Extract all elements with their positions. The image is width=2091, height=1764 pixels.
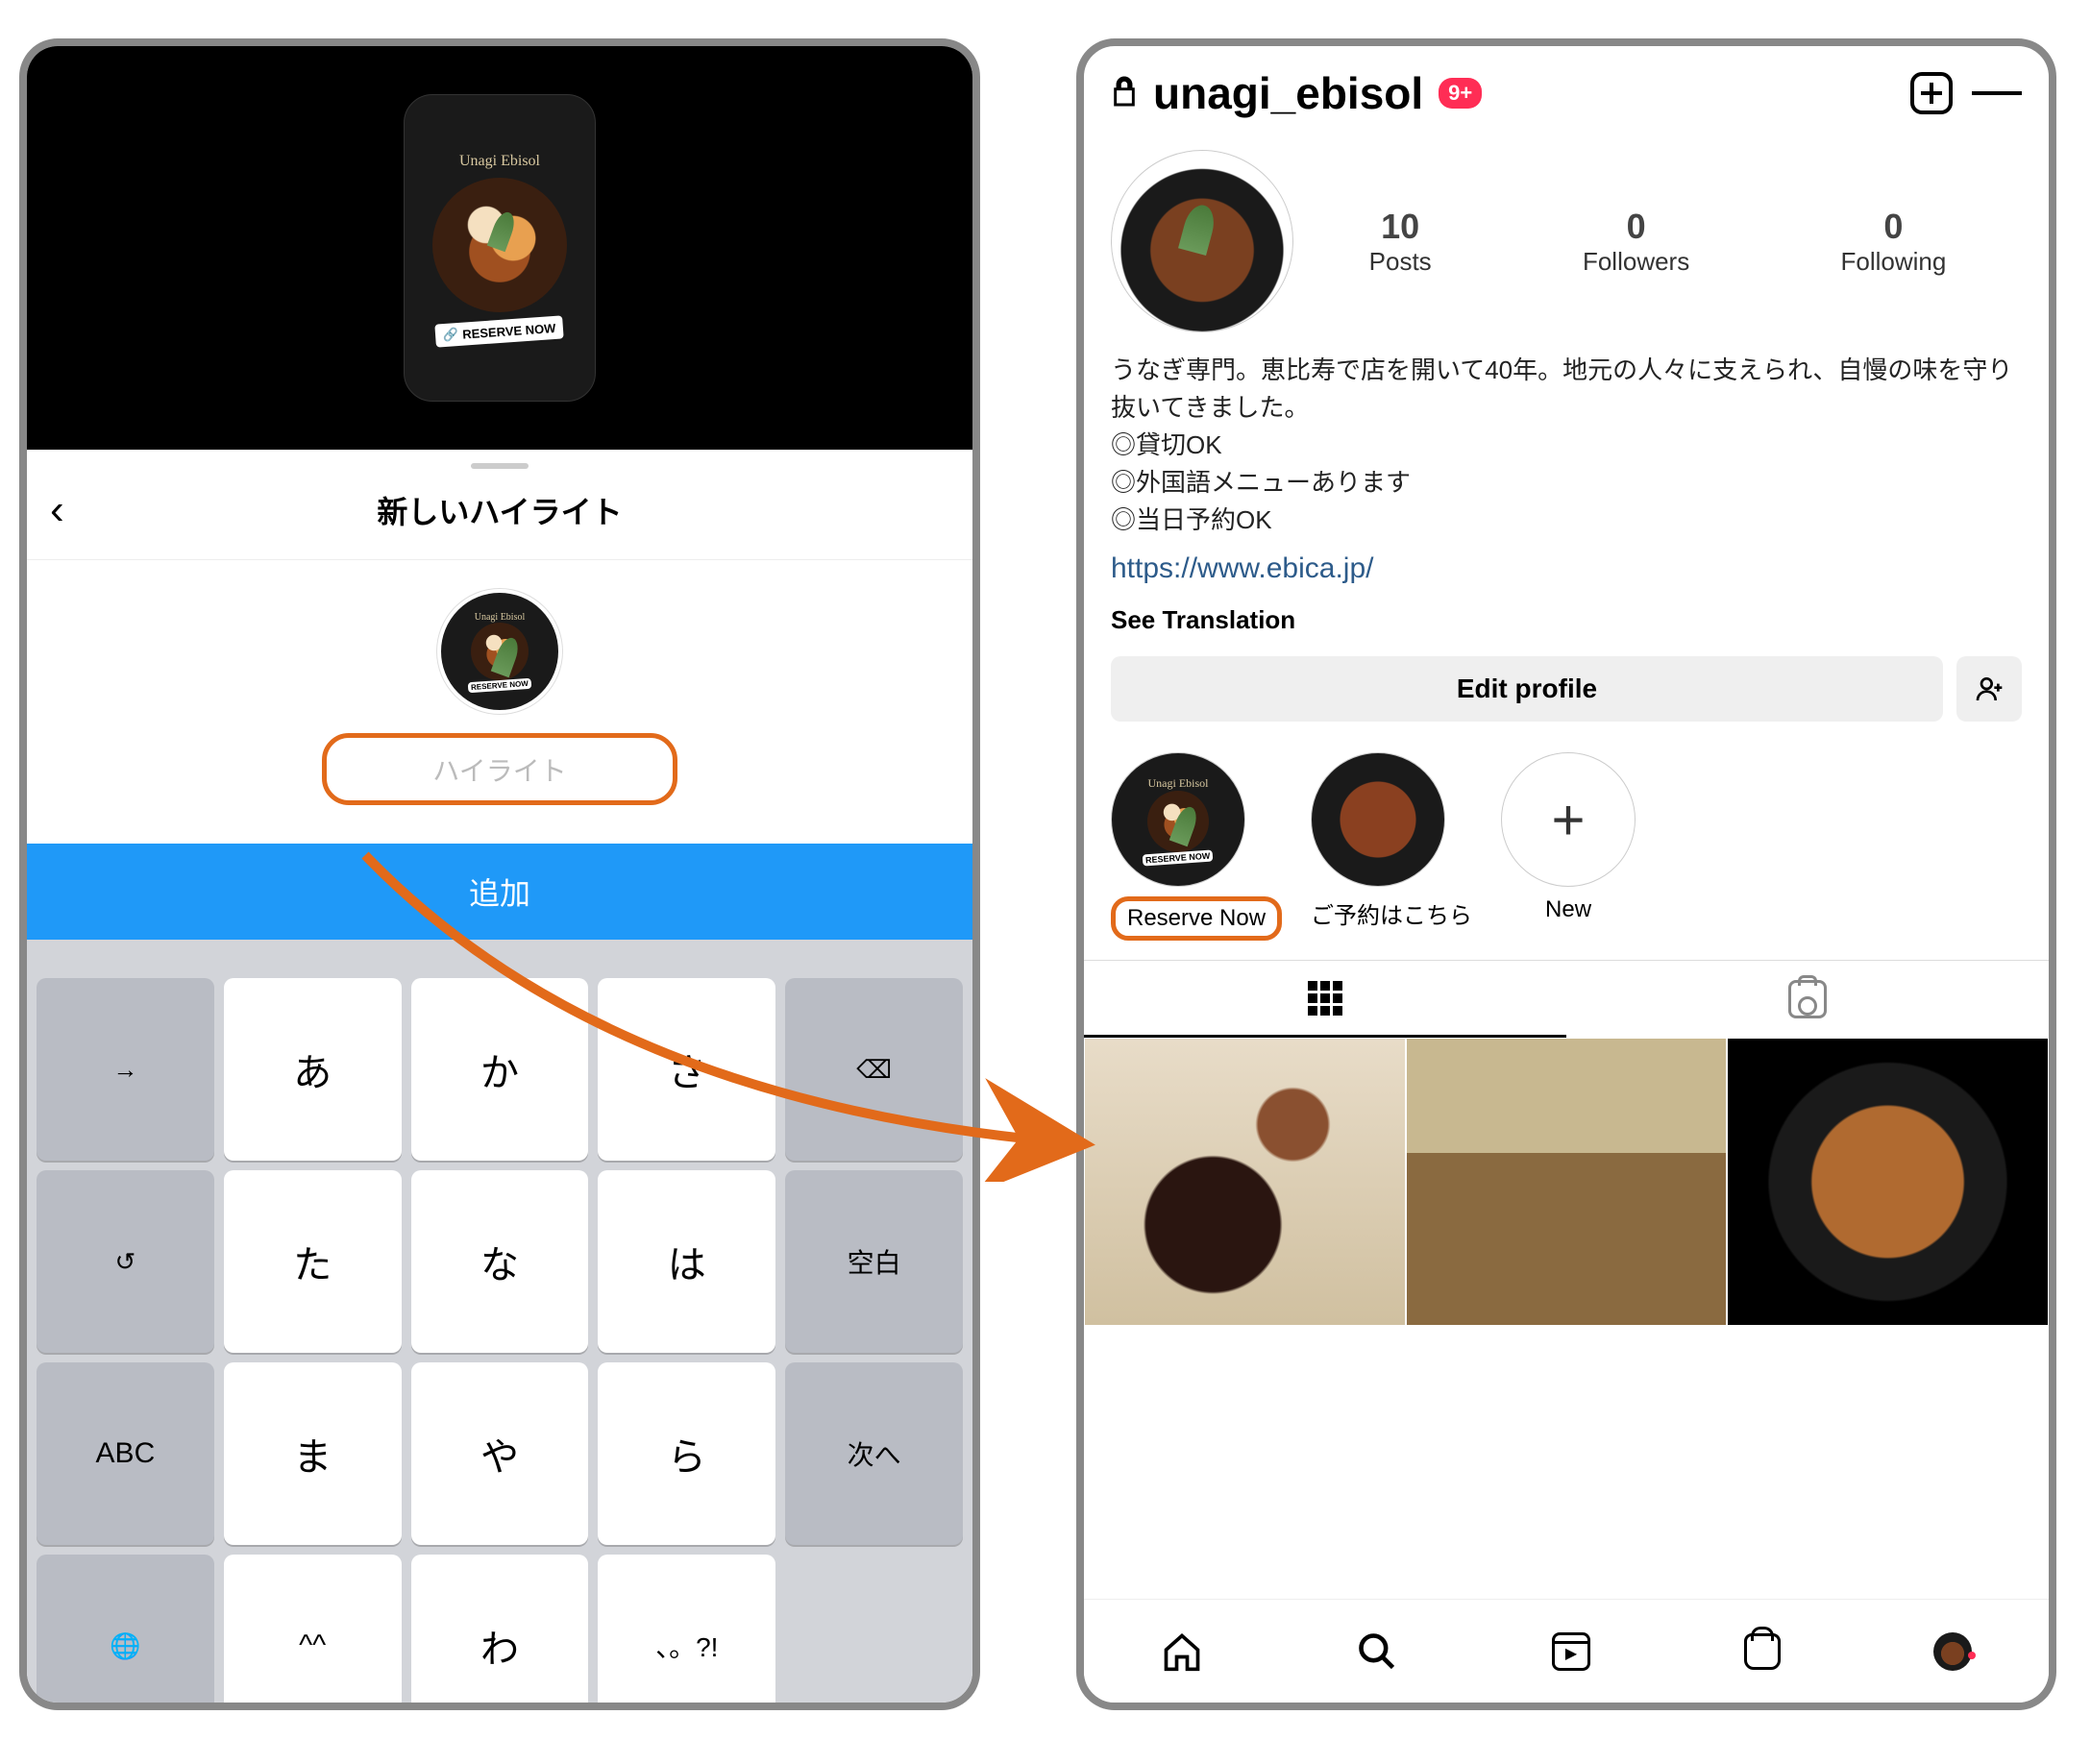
tagged-icon [1788,980,1827,1018]
food-image [432,178,567,312]
bio-line: ◎外国語メニューあります [1111,464,2022,502]
key-ya[interactable]: や [411,1362,589,1545]
bio-link[interactable]: https://www.ebica.jp/ [1111,547,2022,590]
plus-icon: + [1552,787,1586,853]
key-ra[interactable]: ら [598,1362,775,1545]
back-icon[interactable]: ‹ [50,489,64,531]
key-punct[interactable]: 、。?! [598,1555,775,1710]
key-a[interactable]: あ [224,978,402,1161]
reserve-now-tag: 🔗 RESERVE NOW [435,315,565,347]
cover-brand: Unagi Ebisol [475,612,526,623]
grid-icon [1308,981,1342,1016]
key-ka[interactable]: か [411,978,589,1161]
story-brand: Unagi Ebisol [459,153,540,170]
story-preview-area: Unagi Ebisol 🔗 RESERVE NOW [27,46,972,450]
phone-right: unagi_ebisol 9+ 10 Posts 0 Followers 0 F… [1076,38,2056,1710]
reserve-tag-text: RESERVE NOW [462,320,556,341]
key-globe[interactable]: 🌐 [37,1555,214,1710]
feed-post[interactable] [1084,1038,1406,1326]
nav-reels[interactable] [1552,1632,1590,1671]
profile-header: unagi_ebisol 9+ [1084,46,2049,140]
key-na[interactable]: な [411,1170,589,1353]
keyboard: → あ か さ ⌫ ↺ た な は 空白 ABC ま や ら 次へ 🌐 ^^ わ… [27,940,972,1710]
username[interactable]: unagi_ebisol [1153,67,1423,119]
feed-post[interactable] [1406,1038,1728,1326]
discover-people-button[interactable] [1956,656,2022,722]
stat-following[interactable]: 0 Following [1841,207,1947,277]
highlight-name-input[interactable]: ハイライト [322,733,677,805]
highlight-new[interactable]: + New [1501,752,1636,923]
lock-icon [1111,75,1138,112]
profile-avatar[interactable] [1111,150,1293,332]
bottom-nav [1084,1599,2049,1703]
profile-tabs [1084,960,2049,1038]
key-wa[interactable]: わ [411,1555,589,1710]
highlight-label: New [1501,896,1636,923]
highlight-cover-thumb[interactable]: Unagi Ebisol RESERVE NOW [437,589,562,714]
nav-home[interactable] [1161,1630,1203,1673]
sheet-header: ‹ 新しいハイライト [27,469,972,560]
edit-profile-button[interactable]: Edit profile [1111,656,1943,722]
tab-grid[interactable] [1084,961,1566,1038]
highlight-reserve-now[interactable]: Unagi Ebisol RESERVE NOW Reserve Now [1111,752,1282,941]
bio: うなぎ専門。恵比寿で店を開いて40年。地元の人々に支えられ、自慢の味を守り抜いて… [1084,352,2049,590]
key-space[interactable]: 空白 [785,1170,963,1353]
feed-post[interactable] [1727,1038,2049,1326]
menu-button[interactable] [1972,68,2022,118]
key-undo[interactable]: ↺ [37,1170,214,1353]
key-sa[interactable]: さ [598,978,775,1161]
stat-followers[interactable]: 0 Followers [1583,207,1689,277]
notification-badge: 9+ [1439,78,1482,109]
reserve-now-tag: RESERVE NOW [468,678,531,694]
story-card: Unagi Ebisol 🔗 RESERVE NOW [404,94,596,402]
nav-search[interactable] [1356,1630,1398,1673]
bio-line: うなぎ専門。恵比寿で店を開いて40年。地元の人々に支えられ、自慢の味を守り抜いて… [1111,352,2022,427]
highlight-label: ご予約はこちら [1311,896,1472,930]
bio-line: ◎当日予約OK [1111,502,2022,539]
phone-left: Unagi Ebisol 🔗 RESERVE NOW ‹ 新しいハイライト Un… [19,38,980,1710]
feed-grid [1084,1038,2049,1326]
bio-line: ◎貸切OK [1111,427,2022,464]
stat-posts[interactable]: 10 Posts [1369,207,1432,277]
link-icon: 🔗 [443,327,459,343]
food-image [1147,791,1209,852]
sheet-title: 新しいハイライト [50,488,949,532]
plus-icon [1910,72,1953,114]
avatar-icon [1933,1632,1972,1671]
add-button[interactable]: 追加 [27,844,972,940]
key-ma[interactable]: ま [224,1362,402,1545]
key-next[interactable]: 次へ [785,1362,963,1545]
stats-row: 10 Posts 0 Followers 0 Following [1084,140,2049,352]
tab-tagged[interactable] [1566,961,2049,1038]
see-translation-button[interactable]: See Translation [1084,590,2049,656]
nav-profile[interactable] [1933,1632,1972,1671]
nav-shop[interactable] [1744,1633,1781,1670]
food-image [471,623,529,680]
create-button[interactable] [1906,68,1956,118]
notification-dot-icon [1968,1652,1976,1659]
highlights-row: Unagi Ebisol RESERVE NOW Reserve Now ご予約… [1084,745,2049,960]
key-backspace[interactable]: ⌫ [785,978,963,1161]
highlight-reserve-jp[interactable]: ご予約はこちら [1311,752,1472,930]
key-arrow[interactable]: → [37,978,214,1161]
key-ta[interactable]: た [224,1170,402,1353]
highlight-label: Reserve Now [1111,896,1282,941]
key-ha[interactable]: は [598,1170,775,1353]
key-abc[interactable]: ABC [37,1362,214,1545]
key-emoji[interactable]: ^^ [224,1555,402,1710]
